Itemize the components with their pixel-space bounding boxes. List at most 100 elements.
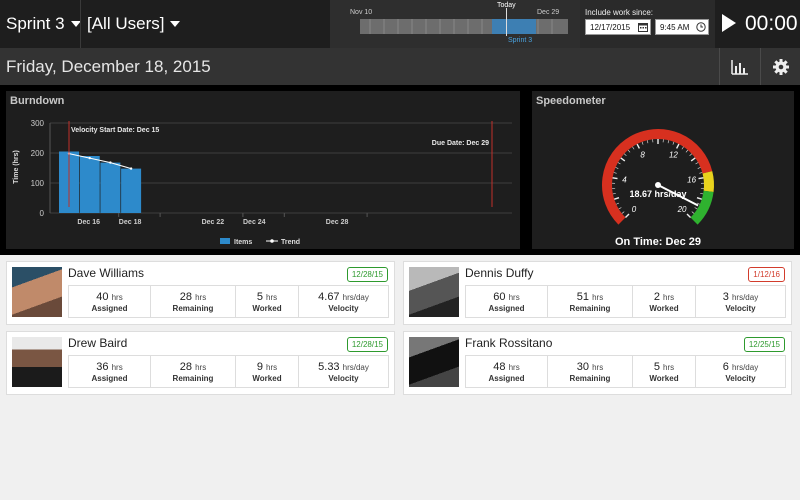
include-work-label: Include work since: bbox=[585, 8, 654, 17]
timeline-track[interactable] bbox=[360, 19, 568, 34]
chevron-down-icon bbox=[170, 21, 181, 27]
gauge-tick bbox=[618, 207, 622, 210]
user-selector[interactable]: [All Users] bbox=[87, 0, 181, 48]
remaining-label: Remaining bbox=[569, 303, 611, 313]
since-date-value: 12/17/2015 bbox=[590, 22, 631, 32]
play-icon[interactable] bbox=[722, 14, 736, 32]
stat-velocity: 4.67 hrs/day Velocity bbox=[299, 286, 388, 317]
gear-icon[interactable] bbox=[771, 57, 791, 77]
user-card[interactable]: Drew Baird 12/28/15 36 hrs Assigned 28 h… bbox=[6, 331, 395, 395]
since-date-field[interactable]: 12/17/2015 bbox=[585, 19, 651, 35]
assigned-label: Assigned bbox=[91, 373, 128, 383]
divider bbox=[80, 0, 81, 48]
stat-worked: 9 hrs Worked bbox=[236, 356, 299, 387]
status-badge: 12/28/15 bbox=[346, 267, 388, 282]
y-tick-label: 200 bbox=[31, 149, 45, 158]
velocity-label: Velocity bbox=[328, 303, 359, 313]
user-card[interactable]: Dennis Duffy 1/12/16 60 hrs Assigned 51 … bbox=[403, 261, 792, 325]
user-filter-label: [All Users] bbox=[87, 14, 165, 33]
speedometer-panel: Speedometer 0 4 8 12 16 20 18.67 hrs/day On T… bbox=[532, 91, 794, 249]
worked-label: Worked bbox=[649, 303, 679, 313]
gauge-band bbox=[690, 190, 714, 225]
assigned-value: 36 hrs bbox=[96, 360, 123, 373]
bar-chart-icon[interactable] bbox=[730, 57, 750, 77]
gauge-tick bbox=[615, 167, 619, 169]
gauge-tick bbox=[613, 172, 617, 174]
gauge-tick bbox=[691, 211, 695, 214]
legend-trend-label: Trend bbox=[281, 239, 300, 246]
velocity-value: 3 hrs/day bbox=[722, 290, 759, 303]
velocity-label: Velocity bbox=[725, 373, 756, 383]
stat-velocity: 3 hrs/day Velocity bbox=[696, 286, 785, 317]
burndown-chart: 0 100 200 300 Dec 16 Dec 18 Dec 22 Dec 24 Dec 2… bbox=[13, 119, 512, 246]
gauge-tick bbox=[636, 143, 641, 149]
stat-remaining: 28 hrs Remaining bbox=[151, 286, 236, 317]
timeline-selection[interactable] bbox=[492, 19, 536, 34]
gauge-tick-label: 8 bbox=[640, 151, 645, 160]
gauge-tick bbox=[617, 162, 621, 165]
velocity-value: 6 hrs/day bbox=[722, 360, 759, 373]
bar-item bbox=[100, 162, 121, 213]
sprint-timeline[interactable]: Nov 10 Today Dec 29 Sprint 3 bbox=[330, 0, 580, 48]
stat-worked: 5 hrs Worked bbox=[236, 286, 299, 317]
user-stats: 36 hrs Assigned 28 hrs Remaining 9 hrs W… bbox=[68, 355, 389, 388]
x-tick-label: Dec 24 bbox=[243, 219, 266, 226]
worked-value: 5 hrs bbox=[256, 290, 278, 303]
gauge-tick bbox=[621, 211, 625, 214]
y-tick-label: 100 bbox=[31, 179, 45, 188]
assigned-value: 40 hrs bbox=[96, 290, 123, 303]
top-bar: Sprint 3 [All Users] Nov 10 Today Dec 29 bbox=[0, 0, 800, 48]
legend-items-label: Items bbox=[234, 239, 252, 246]
remaining-value: 51 hrs bbox=[576, 290, 604, 303]
gauge-tick bbox=[667, 140, 670, 144]
stat-velocity: 5.33 hrs/day Velocity bbox=[299, 356, 388, 387]
gauge-tick bbox=[624, 213, 630, 219]
calendar-icon[interactable] bbox=[638, 22, 648, 32]
timeline-ticks bbox=[369, 19, 553, 34]
worked-label: Worked bbox=[649, 373, 679, 383]
sprint-selector[interactable]: Sprint 3 bbox=[6, 0, 81, 48]
gauge-tick-label: 4 bbox=[622, 176, 627, 185]
stat-assigned: 60 hrs Assigned bbox=[466, 286, 548, 317]
gauge-tick bbox=[616, 202, 620, 205]
page-title: Friday, December 18, 2015 bbox=[6, 56, 211, 76]
clock-icon[interactable] bbox=[696, 22, 706, 32]
gauge-tick bbox=[620, 157, 626, 162]
velocity-label: Velocity bbox=[328, 373, 359, 383]
gauge-tick bbox=[697, 167, 701, 169]
x-tick-label: Dec 16 bbox=[77, 219, 100, 226]
gauge-tick bbox=[700, 193, 704, 195]
gauge-tick bbox=[681, 146, 684, 150]
user-card[interactable]: Dave Williams 12/28/15 40 hrs Assigned 2… bbox=[6, 261, 395, 325]
bar-item bbox=[121, 168, 142, 213]
gauge-tick bbox=[686, 213, 692, 219]
due-date-label: Due Date: Dec 29 bbox=[432, 140, 489, 147]
timer-display: 00:00 bbox=[745, 12, 798, 35]
gauge-tick bbox=[685, 149, 689, 153]
gauge-tick bbox=[698, 177, 704, 180]
date-bar: Friday, December 18, 2015 bbox=[0, 48, 800, 85]
gauge-tick bbox=[689, 153, 692, 157]
trend-point bbox=[109, 161, 112, 164]
since-time-value: 9:45 AM bbox=[660, 22, 690, 32]
worked-label: Worked bbox=[252, 373, 282, 383]
remaining-label: Remaining bbox=[569, 373, 611, 383]
user-card[interactable]: Frank Rossitano 12/25/15 48 hrs Assigned… bbox=[403, 331, 792, 395]
gauge-tick-label: 12 bbox=[669, 151, 678, 160]
sprint-label: Sprint 3 bbox=[6, 14, 65, 33]
remaining-value: 28 hrs bbox=[179, 290, 207, 303]
gauge-tick bbox=[632, 146, 635, 150]
user-stats: 60 hrs Assigned 51 hrs Remaining 2 hrs W… bbox=[465, 285, 786, 318]
stat-assigned: 36 hrs Assigned bbox=[69, 356, 151, 387]
gauge-tick bbox=[672, 141, 675, 145]
since-time-field[interactable]: 9:45 AM bbox=[655, 19, 709, 35]
bar-item bbox=[79, 156, 100, 213]
gauge-needle-hub bbox=[655, 182, 661, 188]
gauge-tick bbox=[641, 141, 644, 145]
timeline-selected-sprint: Sprint 3 bbox=[508, 37, 533, 44]
legend-trend-marker bbox=[270, 239, 274, 243]
legend-items-swatch bbox=[220, 238, 230, 244]
stat-remaining: 51 hrs Remaining bbox=[548, 286, 633, 317]
gauge-tick bbox=[627, 149, 631, 153]
status-badge: 1/12/16 bbox=[748, 267, 785, 282]
